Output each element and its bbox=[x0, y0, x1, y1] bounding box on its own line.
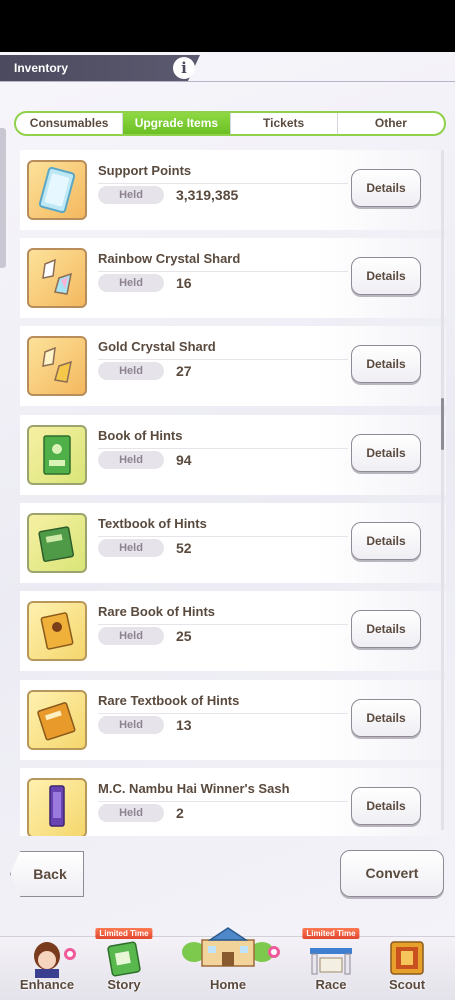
status-bar bbox=[0, 0, 455, 52]
item-divider bbox=[98, 448, 348, 449]
textbook-of-hints-icon bbox=[27, 513, 87, 573]
held-label: Held bbox=[98, 716, 164, 734]
held-count: 13 bbox=[176, 717, 192, 733]
item-divider bbox=[98, 536, 348, 537]
details-button[interactable]: Details bbox=[351, 699, 421, 737]
details-button[interactable]: Details bbox=[351, 257, 421, 295]
details-button[interactable]: Details bbox=[351, 169, 421, 207]
list-item: Support Points Held 3,319,385 Details bbox=[20, 150, 446, 230]
details-button[interactable]: Details bbox=[351, 787, 421, 825]
nav-label: Story bbox=[107, 977, 141, 992]
tab-tickets[interactable]: Tickets bbox=[231, 113, 338, 134]
scrollbar-thumb[interactable] bbox=[441, 398, 444, 450]
support-points-icon bbox=[27, 160, 87, 220]
back-button[interactable]: Back bbox=[10, 851, 84, 897]
details-button[interactable]: Details bbox=[351, 522, 421, 560]
nav-enhance[interactable]: Enhance bbox=[6, 936, 88, 1000]
gold-crystal-shard-icon bbox=[27, 336, 87, 396]
item-name: Rare Book of Hints bbox=[98, 604, 216, 619]
rare-book-of-hints-icon bbox=[27, 601, 87, 661]
held-count: 16 bbox=[176, 275, 192, 291]
item-divider bbox=[98, 624, 348, 625]
item-list[interactable]: Support Points Held 3,319,385 Details Ra… bbox=[8, 146, 446, 836]
held-count: 94 bbox=[176, 452, 192, 468]
list-item: Rainbow Crystal Shard Held 16 Details bbox=[20, 238, 446, 318]
tab-other[interactable]: Other bbox=[338, 113, 444, 134]
category-tabs: Consumables Upgrade Items Tickets Other bbox=[14, 111, 446, 136]
info-icon[interactable]: i bbox=[173, 57, 195, 79]
held-label: Held bbox=[98, 274, 164, 292]
enhance-icon bbox=[34, 942, 60, 978]
tab-consumables[interactable]: Consumables bbox=[16, 113, 124, 134]
list-item: Textbook of Hints Held 52 Details bbox=[20, 503, 446, 583]
story-icon bbox=[107, 941, 141, 977]
held-count: 27 bbox=[176, 363, 192, 379]
held-count: 3,319,385 bbox=[176, 187, 239, 203]
nav-label: Enhance bbox=[19, 977, 75, 992]
item-name: Book of Hints bbox=[98, 428, 183, 443]
held-label: Held bbox=[98, 186, 164, 204]
held-label: Held bbox=[98, 804, 164, 822]
item-name: Textbook of Hints bbox=[98, 516, 207, 531]
nav-home[interactable]: Home bbox=[170, 927, 286, 1000]
scrollbar-track[interactable] bbox=[441, 150, 444, 830]
scout-icon bbox=[390, 941, 424, 975]
book-of-hints-icon bbox=[27, 425, 87, 485]
item-name: Rainbow Crystal Shard bbox=[98, 251, 241, 266]
held-count: 52 bbox=[176, 540, 192, 556]
convert-button[interactable]: Convert bbox=[340, 850, 444, 897]
item-name: M.C. Nambu Hai Winner's Sash bbox=[98, 781, 290, 796]
side-edge-handle bbox=[0, 128, 6, 268]
held-label: Held bbox=[98, 539, 164, 557]
page-title: Inventory bbox=[14, 61, 69, 75]
nav-story[interactable]: Limited Time Story bbox=[88, 928, 160, 1000]
details-button[interactable]: Details bbox=[351, 610, 421, 648]
item-name: Gold Crystal Shard bbox=[98, 339, 216, 354]
list-item: M.C. Nambu Hai Winner's Sash Held 2 Deta… bbox=[20, 768, 446, 836]
notification-badge bbox=[64, 948, 76, 960]
tab-upgrade-items[interactable]: Upgrade Items bbox=[123, 113, 231, 134]
held-count: 2 bbox=[176, 805, 184, 821]
held-count: 25 bbox=[176, 628, 192, 644]
list-item: Rare Textbook of Hints Held 13 Details bbox=[20, 680, 446, 760]
nav-label: Scout bbox=[388, 977, 426, 992]
item-divider bbox=[98, 359, 348, 360]
rare-textbook-of-hints-icon bbox=[27, 690, 87, 750]
rainbow-crystal-shard-icon bbox=[27, 248, 87, 308]
item-divider bbox=[98, 713, 348, 714]
item-divider bbox=[98, 183, 348, 184]
header-divider bbox=[0, 81, 455, 82]
nav-scout[interactable]: Scout bbox=[372, 936, 442, 1000]
details-button[interactable]: Details bbox=[351, 434, 421, 472]
notification-badge bbox=[268, 946, 280, 958]
item-name: Support Points bbox=[98, 163, 192, 178]
held-label: Held bbox=[98, 451, 164, 469]
list-item: Rare Book of Hints Held 25 Details bbox=[20, 591, 446, 671]
held-label: Held bbox=[98, 362, 164, 380]
item-divider bbox=[98, 271, 348, 272]
home-icon bbox=[182, 927, 274, 967]
nav-race[interactable]: Limited Time Race bbox=[292, 928, 370, 1000]
details-button[interactable]: Details bbox=[351, 345, 421, 383]
item-name: Rare Textbook of Hints bbox=[98, 693, 240, 708]
nav-label: Race bbox=[315, 977, 347, 992]
item-divider bbox=[98, 801, 348, 802]
winners-sash-icon bbox=[27, 778, 87, 836]
held-label: Held bbox=[98, 627, 164, 645]
list-item: Book of Hints Held 94 Details bbox=[20, 415, 446, 495]
race-icon bbox=[310, 948, 352, 975]
list-item: Gold Crystal Shard Held 27 Details bbox=[20, 326, 446, 406]
nav-label: Home bbox=[209, 977, 247, 992]
